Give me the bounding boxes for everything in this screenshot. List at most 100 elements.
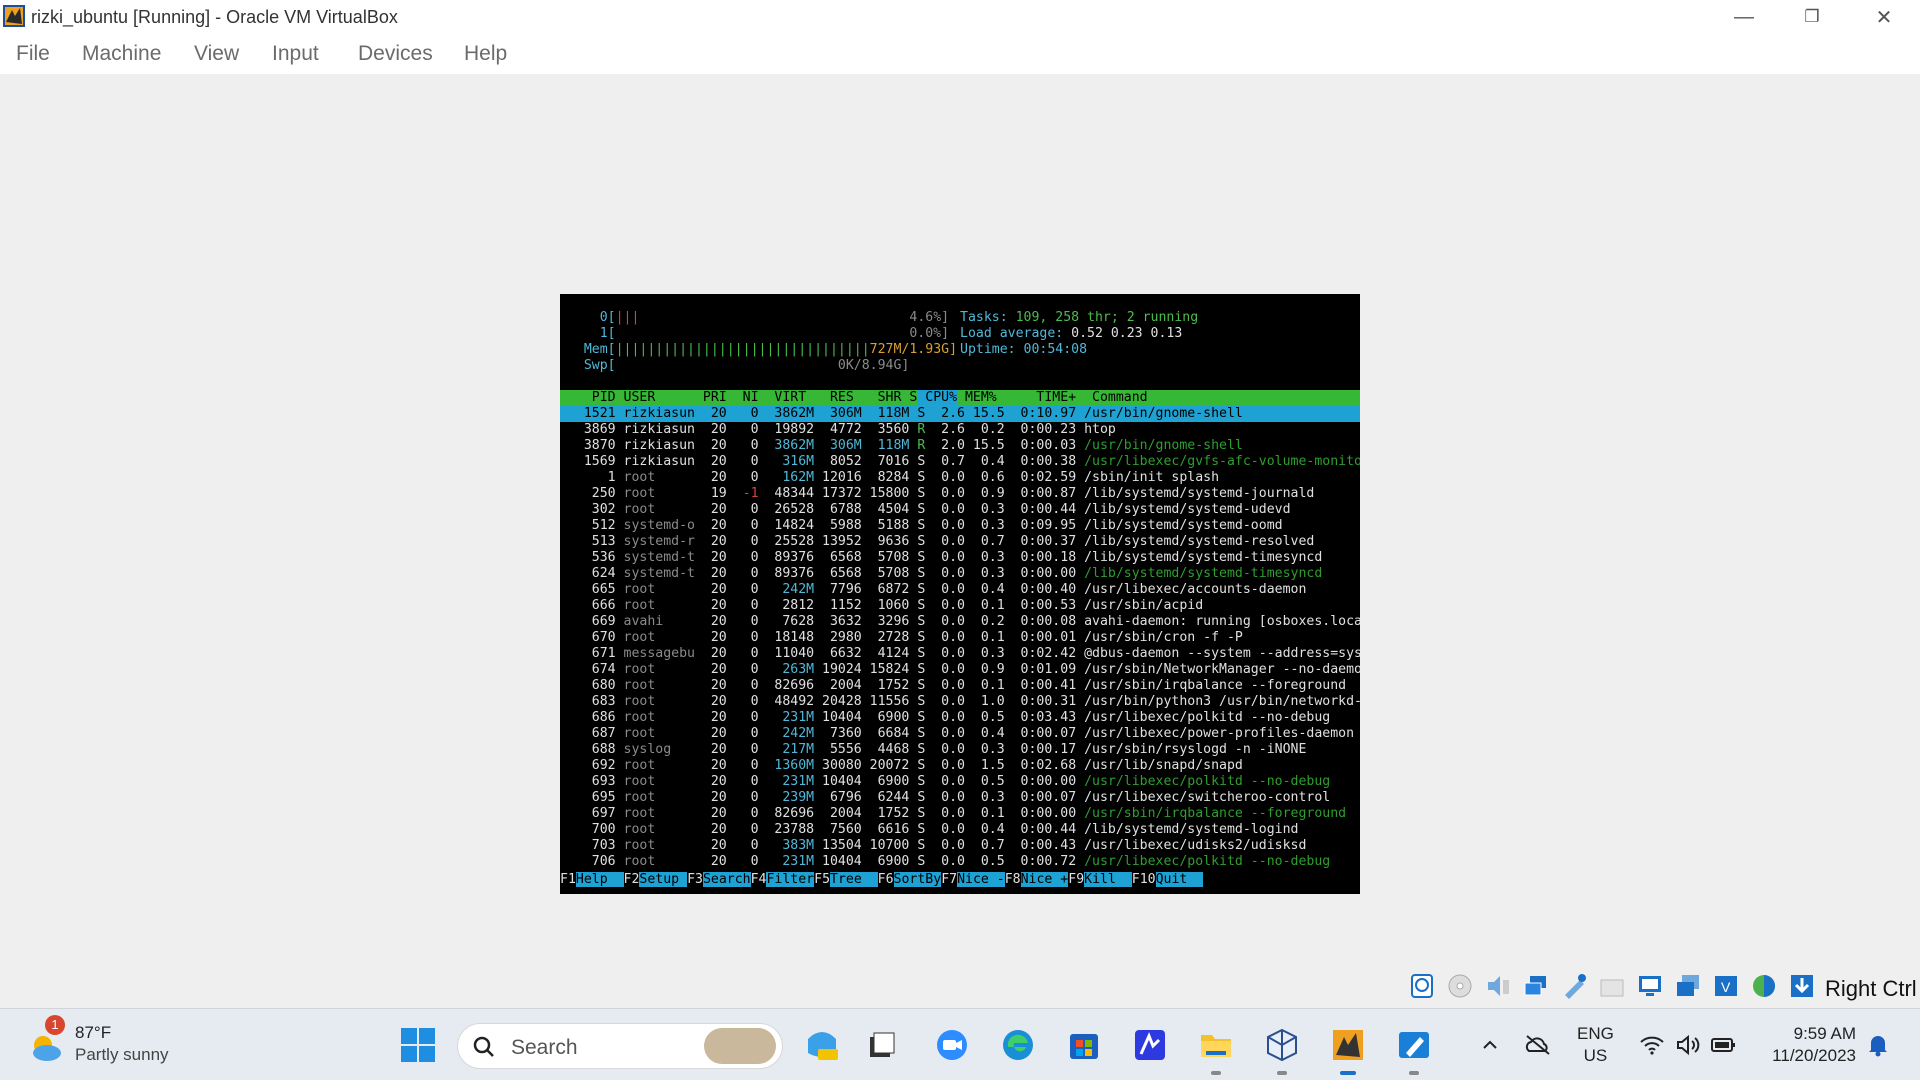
usb-icon[interactable]: [1557, 970, 1591, 1002]
minimize-button[interactable]: —: [1710, 0, 1778, 34]
column-header-pri[interactable]: PRI: [695, 390, 727, 405]
process-command: /usr/libexec/polkitd --no-debug: [1076, 710, 1331, 725]
process-row[interactable]: 536 systemd-t 20 0 89376 6568 5708 S 0.0…: [560, 550, 1360, 566]
close-button[interactable]: ✕: [1850, 0, 1918, 34]
taskbar-ms-app[interactable]: [1128, 1023, 1172, 1067]
taskbar-edge[interactable]: [996, 1023, 1040, 1067]
weather-widget[interactable]: 1 87°F Partly sunny: [25, 1015, 185, 1069]
shared-folders-icon[interactable]: [1595, 970, 1629, 1002]
process-row[interactable]: 683 root 20 0 48492 20428 11556 S 0.0 1.…: [560, 694, 1360, 710]
process-row[interactable]: 1521 rizkiasun 20 0 3862M 306M 118M S 2.…: [560, 406, 1360, 422]
process-time: 0:00.03: [1004, 438, 1077, 453]
recording-icon[interactable]: V: [1709, 970, 1743, 1002]
fkey-label-f4[interactable]: Filter: [766, 872, 815, 887]
menu-devices[interactable]: Devices: [358, 42, 433, 66]
process-row[interactable]: 695 root 20 0 239M 6796 6244 S 0.0 0.3 0…: [560, 790, 1360, 806]
language-indicator[interactable]: ENG US: [1577, 1023, 1614, 1067]
column-header-command[interactable]: Command: [1076, 390, 1148, 405]
restore-button[interactable]: ❐: [1778, 0, 1846, 34]
column-header-pid[interactable]: PID: [560, 390, 616, 405]
audio-icon[interactable]: [1481, 970, 1515, 1002]
column-header-user[interactable]: USER: [616, 390, 695, 405]
process-row[interactable]: 697 root 20 0 82696 2004 1752 S 0.0 0.1 …: [560, 806, 1360, 822]
taskbar-task-view[interactable]: [860, 1023, 904, 1067]
column-header-time[interactable]: TIME+: [997, 390, 1076, 405]
process-row[interactable]: 687 root 20 0 242M 7360 6684 S 0.0 0.4 0…: [560, 726, 1360, 742]
tray-onedrive[interactable]: [1516, 1023, 1560, 1067]
column-header-shr[interactable]: SHR: [854, 390, 902, 405]
taskbar-search[interactable]: Search: [457, 1023, 783, 1069]
notifications-button[interactable]: [1856, 1023, 1900, 1067]
snapshot-icon[interactable]: [1671, 970, 1705, 1002]
process-row[interactable]: 692 root 20 0 1360M 30080 20072 S 0.0 1.…: [560, 758, 1360, 774]
vm-display[interactable]: 0[||| 4.6%] 1[ 0.0%] Mem[|||||||||||||||…: [0, 74, 1920, 1004]
start-button[interactable]: [396, 1023, 440, 1067]
column-header-res[interactable]: RES: [806, 390, 854, 405]
process-row[interactable]: 665 root 20 0 242M 7796 6872 S 0.0 0.4 0…: [560, 582, 1360, 598]
fkey-label-f3[interactable]: Search: [702, 872, 751, 887]
task-view-icon: [870, 1032, 895, 1057]
fkey-label-f1[interactable]: Help: [575, 872, 624, 887]
process-nice: 0: [726, 694, 759, 709]
tray-overflow-button[interactable]: [1468, 1023, 1512, 1067]
process-priority: 20: [694, 518, 727, 533]
column-header-virt[interactable]: VIRT: [759, 390, 806, 405]
mouse-integration-icon[interactable]: [1747, 970, 1781, 1002]
fkey-label-f10[interactable]: Quit: [1155, 872, 1204, 887]
process-row[interactable]: 703 root 20 0 383M 13504 10700 S 0.0 0.7…: [560, 838, 1360, 854]
process-row[interactable]: 693 root 20 0 231M 10404 6900 S 0.0 0.5 …: [560, 774, 1360, 790]
process-table-header[interactable]: PID USER PRI NI VIRT RES SHR S CPU% MEM%…: [560, 390, 1360, 406]
fkey-label-f8[interactable]: Nice +: [1020, 872, 1069, 887]
process-row[interactable]: 250 root 19 -1 48344 17372 15800 S 0.0 0…: [560, 486, 1360, 502]
menu-machine[interactable]: Machine: [82, 42, 161, 66]
process-row[interactable]: 3870 rizkiasun 20 0 3862M 306M 118M R 2.…: [560, 438, 1360, 454]
menu-input[interactable]: Input: [272, 42, 319, 66]
taskbar-zoom[interactable]: [930, 1023, 974, 1067]
process-row[interactable]: 680 root 20 0 82696 2004 1752 S 0.0 0.1 …: [560, 678, 1360, 694]
column-header-mem[interactable]: MEM%: [957, 390, 997, 405]
process-row[interactable]: 3869 rizkiasun 20 0 19892 4772 3560 R 2.…: [560, 422, 1360, 438]
optical-drive-icon[interactable]: [1443, 970, 1477, 1002]
process-row[interactable]: 670 root 20 0 18148 2980 2728 S 0.0 0.1 …: [560, 630, 1360, 646]
fkey-label-f5[interactable]: Tree: [830, 872, 878, 887]
menu-file[interactable]: File: [16, 42, 50, 66]
fkey-label-f9[interactable]: Kill: [1084, 872, 1132, 887]
taskbar-store[interactable]: [1062, 1023, 1106, 1067]
process-row[interactable]: 512 systemd-o 20 0 14824 5988 5188 S 0.0…: [560, 518, 1360, 534]
display-icon[interactable]: [1633, 970, 1667, 1002]
process-row[interactable]: 688 syslog 20 0 217M 5556 4468 S 0.0 0.3…: [560, 742, 1360, 758]
taskbar-paint[interactable]: [1392, 1023, 1436, 1075]
taskbar-virtualbox[interactable]: [1260, 1023, 1304, 1075]
fkey-label-f7[interactable]: Nice -: [957, 872, 1005, 887]
taskbar-copilot-preview[interactable]: [800, 1023, 844, 1067]
htop-terminal[interactable]: 0[||| 4.6%] 1[ 0.0%] Mem[|||||||||||||||…: [560, 294, 1360, 894]
taskbar-vm-window[interactable]: [1326, 1023, 1370, 1075]
process-row[interactable]: 706 root 20 0 231M 10404 6900 S 0.0 0.5 …: [560, 854, 1360, 870]
network-icon[interactable]: [1519, 970, 1553, 1002]
column-header-ni[interactable]: NI: [727, 390, 759, 405]
menu-view[interactable]: View: [194, 42, 239, 66]
process-row[interactable]: 686 root 20 0 231M 10404 6900 S 0.0 0.5 …: [560, 710, 1360, 726]
tray-battery[interactable]: [1702, 1023, 1746, 1067]
taskbar-file-explorer[interactable]: [1194, 1023, 1238, 1075]
process-row[interactable]: 302 root 20 0 26528 6788 4504 S 0.0 0.3 …: [560, 502, 1360, 518]
process-row[interactable]: 669 avahi 20 0 7628 3632 3296 S 0.0 0.2 …: [560, 614, 1360, 630]
process-row[interactable]: 1 root 20 0 162M 12016 8284 S 0.0 0.6 0:…: [560, 470, 1360, 486]
process-row[interactable]: 674 root 20 0 263M 19024 15824 S 0.0 0.9…: [560, 662, 1360, 678]
process-row[interactable]: 1569 rizkiasun 20 0 316M 8052 7016 S 0.7…: [560, 454, 1360, 470]
column-header-cpu[interactable]: CPU%: [917, 390, 958, 405]
process-user: root: [615, 582, 695, 597]
column-header-s[interactable]: S: [901, 390, 917, 405]
process-row[interactable]: 700 root 20 0 23788 7560 6616 S 0.0 0.4 …: [560, 822, 1360, 838]
fkey-label-f2[interactable]: Setup: [639, 872, 688, 887]
fkey-label-f6[interactable]: SortBy: [893, 872, 942, 887]
system-clock[interactable]: 9:59 AM 11/20/2023: [1760, 1023, 1856, 1067]
process-row[interactable]: 624 systemd-t 20 0 89376 6568 5708 S 0.0…: [560, 566, 1360, 582]
hard-disk-icon[interactable]: [1405, 970, 1439, 1002]
download-icon[interactable]: [1785, 970, 1819, 1002]
process-row[interactable]: 671 messagebu 20 0 11040 6632 4124 S 0.0…: [560, 646, 1360, 662]
menu-help[interactable]: Help: [464, 42, 507, 66]
process-row[interactable]: 666 root 20 0 2812 1152 1060 S 0.0 0.1 0…: [560, 598, 1360, 614]
process-cpu-percent: 0.0: [925, 534, 965, 549]
process-row[interactable]: 513 systemd-r 20 0 25528 13952 9636 S 0.…: [560, 534, 1360, 550]
